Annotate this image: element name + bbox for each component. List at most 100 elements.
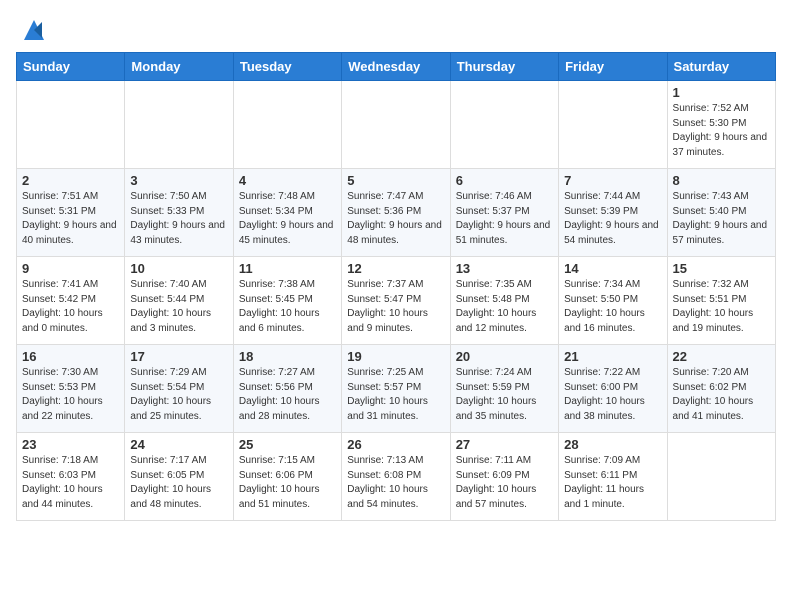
calendar-cell: 8 Sunrise: 7:43 AM Sunset: 5:40 PM Daylig… bbox=[667, 169, 775, 257]
calendar-cell: 18 Sunrise: 7:27 AM Sunset: 5:56 PM Dayli… bbox=[233, 345, 341, 433]
calendar-cell bbox=[125, 81, 233, 169]
day-number: 27 bbox=[456, 437, 553, 452]
calendar-cell bbox=[342, 81, 450, 169]
day-number: 24 bbox=[130, 437, 227, 452]
calendar-cell bbox=[559, 81, 667, 169]
calendar-cell: 16 Sunrise: 7:30 AM Sunset: 5:53 PM Dayli… bbox=[17, 345, 125, 433]
calendar-cell: 4 Sunrise: 7:48 AM Sunset: 5:34 PM Daylig… bbox=[233, 169, 341, 257]
calendar-cell: 15 Sunrise: 7:32 AM Sunset: 5:51 PM Dayli… bbox=[667, 257, 775, 345]
header-saturday: Saturday bbox=[667, 53, 775, 81]
calendar-cell bbox=[667, 433, 775, 521]
header-wednesday: Wednesday bbox=[342, 53, 450, 81]
calendar-week-1: 2Sunrise: 7:51 AM Sunset: 5:31 PM Daylig… bbox=[17, 169, 776, 257]
day-info: Sunrise: 7:13 AM Sunset: 6:08 PM Dayligh… bbox=[347, 454, 444, 512]
day-info: Sunrise: 7:17 AM Sunset: 6:05 PM Dayligh… bbox=[130, 454, 227, 512]
logo-icon bbox=[20, 16, 48, 44]
day-info: Sunrise: 7:11 AM Sunset: 6:09 PM Dayligh… bbox=[456, 454, 553, 512]
day-number: 6 bbox=[456, 173, 553, 188]
calendar-cell bbox=[17, 81, 125, 169]
calendar-cell bbox=[450, 81, 558, 169]
day-number: 1 bbox=[673, 85, 770, 100]
day-number: 11 bbox=[239, 261, 336, 276]
day-info: Sunrise: 7:51 AM Sunset: 5:31 PM Dayligh… bbox=[22, 190, 119, 248]
calendar-cell: 17Sunrise: 7:29 AM Sunset: 5:54 PM Dayli… bbox=[125, 345, 233, 433]
day-number: 13 bbox=[456, 261, 553, 276]
day-info: Sunrise: 7:52 AM Sunset: 5:30 PM Dayligh… bbox=[673, 102, 770, 160]
day-number: 25 bbox=[239, 437, 336, 452]
calendar-cell: 21 Sunrise: 7:22 AM Sunset: 6:00 PM Dayli… bbox=[559, 345, 667, 433]
calendar-cell: 1 Sunrise: 7:52 AM Sunset: 5:30 PM Daylig… bbox=[667, 81, 775, 169]
calendar-cell: 6 Sunrise: 7:46 AM Sunset: 5:37 PM Daylig… bbox=[450, 169, 558, 257]
day-info: Sunrise: 7:48 AM Sunset: 5:34 PM Dayligh… bbox=[239, 190, 336, 248]
day-info: Sunrise: 7:09 AM Sunset: 6:11 PM Dayligh… bbox=[564, 454, 661, 512]
day-number: 10 bbox=[130, 261, 227, 276]
day-number: 8 bbox=[673, 173, 770, 188]
day-number: 20 bbox=[456, 349, 553, 364]
day-info: Sunrise: 7:35 AM Sunset: 5:48 PM Dayligh… bbox=[456, 278, 553, 336]
calendar-cell: 27 Sunrise: 7:11 AM Sunset: 6:09 PM Dayli… bbox=[450, 433, 558, 521]
calendar-cell: 26 Sunrise: 7:13 AM Sunset: 6:08 PM Dayli… bbox=[342, 433, 450, 521]
calendar-cell: 19Sunrise: 7:25 AM Sunset: 5:57 PM Dayli… bbox=[342, 345, 450, 433]
calendar-cell: 20 Sunrise: 7:24 AM Sunset: 5:59 PM Dayli… bbox=[450, 345, 558, 433]
header-monday: Monday bbox=[125, 53, 233, 81]
calendar-cell: 23 Sunrise: 7:18 AM Sunset: 6:03 PM Dayli… bbox=[17, 433, 125, 521]
calendar-week-3: 16 Sunrise: 7:30 AM Sunset: 5:53 PM Dayli… bbox=[17, 345, 776, 433]
day-number: 3 bbox=[130, 173, 227, 188]
calendar-cell: 2Sunrise: 7:51 AM Sunset: 5:31 PM Daylig… bbox=[17, 169, 125, 257]
day-info: Sunrise: 7:15 AM Sunset: 6:06 PM Dayligh… bbox=[239, 454, 336, 512]
day-info: Sunrise: 7:34 AM Sunset: 5:50 PM Dayligh… bbox=[564, 278, 661, 336]
calendar-table: SundayMondayTuesdayWednesdayThursdayFrid… bbox=[16, 52, 776, 521]
day-info: Sunrise: 7:24 AM Sunset: 5:59 PM Dayligh… bbox=[456, 366, 553, 424]
day-info: Sunrise: 7:18 AM Sunset: 6:03 PM Dayligh… bbox=[22, 454, 119, 512]
calendar-cell: 7 Sunrise: 7:44 AM Sunset: 5:39 PM Daylig… bbox=[559, 169, 667, 257]
day-number: 18 bbox=[239, 349, 336, 364]
day-info: Sunrise: 7:50 AM Sunset: 5:33 PM Dayligh… bbox=[130, 190, 227, 248]
calendar-cell: 10 Sunrise: 7:40 AM Sunset: 5:44 PM Dayli… bbox=[125, 257, 233, 345]
calendar-cell: 22Sunrise: 7:20 AM Sunset: 6:02 PM Dayli… bbox=[667, 345, 775, 433]
day-info: Sunrise: 7:47 AM Sunset: 5:36 PM Dayligh… bbox=[347, 190, 444, 248]
calendar-cell: 9 Sunrise: 7:41 AM Sunset: 5:42 PM Daylig… bbox=[17, 257, 125, 345]
day-info: Sunrise: 7:41 AM Sunset: 5:42 PM Dayligh… bbox=[22, 278, 119, 336]
header-friday: Friday bbox=[559, 53, 667, 81]
day-info: Sunrise: 7:38 AM Sunset: 5:45 PM Dayligh… bbox=[239, 278, 336, 336]
day-number: 15 bbox=[673, 261, 770, 276]
day-number: 28 bbox=[564, 437, 661, 452]
header-sunday: Sunday bbox=[17, 53, 125, 81]
day-number: 4 bbox=[239, 173, 336, 188]
calendar-cell: 24 Sunrise: 7:17 AM Sunset: 6:05 PM Dayli… bbox=[125, 433, 233, 521]
header-tuesday: Tuesday bbox=[233, 53, 341, 81]
day-info: Sunrise: 7:32 AM Sunset: 5:51 PM Dayligh… bbox=[673, 278, 770, 336]
day-number: 9 bbox=[22, 261, 119, 276]
day-number: 21 bbox=[564, 349, 661, 364]
calendar-cell: 12 Sunrise: 7:37 AM Sunset: 5:47 PM Dayli… bbox=[342, 257, 450, 345]
day-number: 16 bbox=[22, 349, 119, 364]
calendar-cell: 11 Sunrise: 7:38 AM Sunset: 5:45 PM Dayli… bbox=[233, 257, 341, 345]
day-info: Sunrise: 7:40 AM Sunset: 5:44 PM Dayligh… bbox=[130, 278, 227, 336]
day-info: Sunrise: 7:27 AM Sunset: 5:56 PM Dayligh… bbox=[239, 366, 336, 424]
logo bbox=[16, 16, 48, 44]
day-info: Sunrise: 7:25 AM Sunset: 5:57 PM Dayligh… bbox=[347, 366, 444, 424]
calendar-header-row: SundayMondayTuesdayWednesdayThursdayFrid… bbox=[17, 53, 776, 81]
day-number: 23 bbox=[22, 437, 119, 452]
day-number: 7 bbox=[564, 173, 661, 188]
day-info: Sunrise: 7:37 AM Sunset: 5:47 PM Dayligh… bbox=[347, 278, 444, 336]
calendar-cell: 25 Sunrise: 7:15 AM Sunset: 6:06 PM Dayli… bbox=[233, 433, 341, 521]
day-number: 26 bbox=[347, 437, 444, 452]
day-info: Sunrise: 7:20 AM Sunset: 6:02 PM Dayligh… bbox=[673, 366, 770, 424]
calendar-cell bbox=[233, 81, 341, 169]
day-info: Sunrise: 7:44 AM Sunset: 5:39 PM Dayligh… bbox=[564, 190, 661, 248]
day-info: Sunrise: 7:30 AM Sunset: 5:53 PM Dayligh… bbox=[22, 366, 119, 424]
calendar-cell: 13 Sunrise: 7:35 AM Sunset: 5:48 PM Dayli… bbox=[450, 257, 558, 345]
calendar-cell: 3 Sunrise: 7:50 AM Sunset: 5:33 PM Daylig… bbox=[125, 169, 233, 257]
day-info: Sunrise: 7:22 AM Sunset: 6:00 PM Dayligh… bbox=[564, 366, 661, 424]
day-info: Sunrise: 7:43 AM Sunset: 5:40 PM Dayligh… bbox=[673, 190, 770, 248]
day-number: 17 bbox=[130, 349, 227, 364]
calendar-week-4: 23 Sunrise: 7:18 AM Sunset: 6:03 PM Dayli… bbox=[17, 433, 776, 521]
header-thursday: Thursday bbox=[450, 53, 558, 81]
day-info: Sunrise: 7:46 AM Sunset: 5:37 PM Dayligh… bbox=[456, 190, 553, 248]
page-header bbox=[16, 16, 776, 44]
day-number: 5 bbox=[347, 173, 444, 188]
calendar-cell: 14Sunrise: 7:34 AM Sunset: 5:50 PM Dayli… bbox=[559, 257, 667, 345]
calendar-week-2: 9 Sunrise: 7:41 AM Sunset: 5:42 PM Daylig… bbox=[17, 257, 776, 345]
day-number: 12 bbox=[347, 261, 444, 276]
